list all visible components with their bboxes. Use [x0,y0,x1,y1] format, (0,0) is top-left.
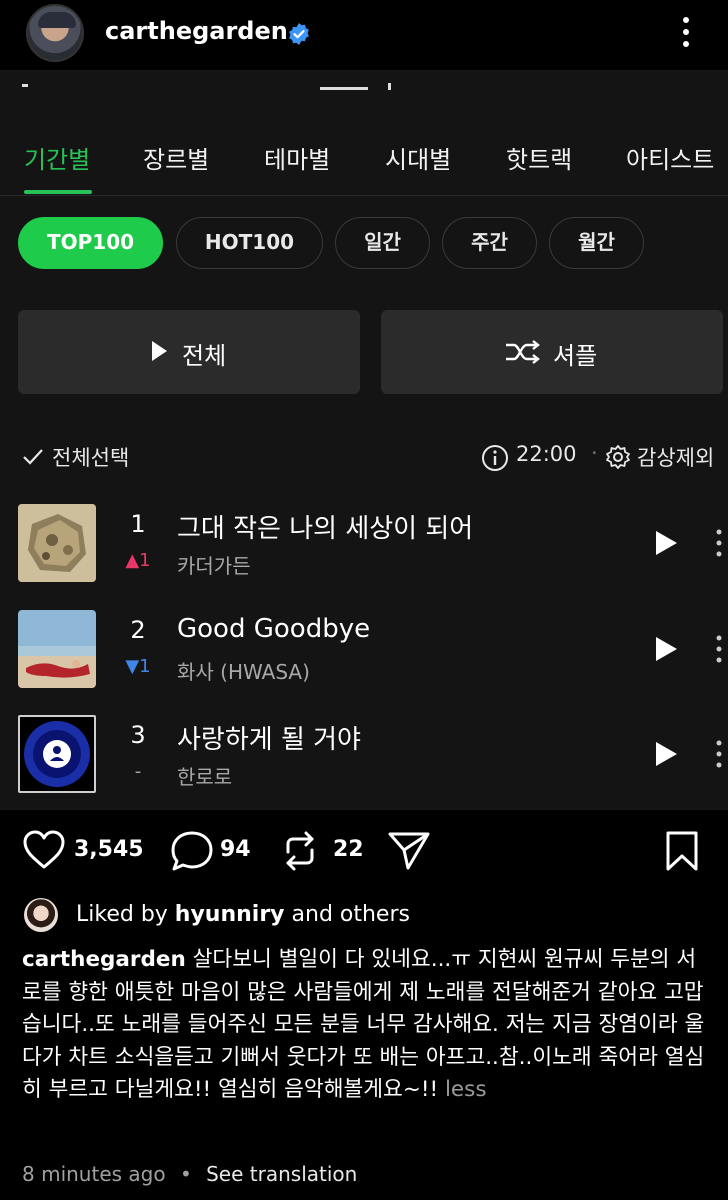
category-tabs: 기간별 장르별 테마별 시대별 핫트랙 아티스트 [0,132,728,196]
more-options-icon[interactable] [714,739,724,769]
separator-dot: · [591,441,598,465]
track-rank: 3 [130,721,146,749]
play-icon[interactable] [654,530,678,556]
active-tab-indicator [24,190,92,194]
track-artist: 한로로 [177,765,233,789]
profile-avatar[interactable] [26,4,84,62]
repost-icon[interactable] [280,830,320,872]
album-art [18,715,96,793]
more-options-icon[interactable] [676,14,696,50]
album-art [18,504,96,582]
post-header: carthegarden [0,0,728,70]
track-rank: 1 [130,510,146,538]
play-icon[interactable] [654,741,678,767]
shuffle-label: 셔플 [553,342,598,370]
post-actions: 3,545 94 22 [0,825,728,880]
comment-icon[interactable] [170,830,214,872]
post-caption: carthegarden 살다보니 별일이 다 있네요...ㅠ 지현씨 원규씨 … [22,944,712,1107]
liked-by-row[interactable]: Liked by hyunniry and others [24,898,714,934]
tab-period[interactable]: 기간별 [24,140,90,175]
tab-era[interactable]: 시대별 [385,140,451,175]
liker-avatar[interactable] [24,898,58,932]
rank-change: - [134,761,142,782]
liker-username[interactable]: hyunniry [175,902,285,927]
play-all-button[interactable]: 전체 [18,310,360,394]
gear-icon[interactable] [605,444,631,470]
update-time: 22:00 [516,442,577,466]
heart-icon[interactable] [22,830,66,870]
track-row[interactable]: 1 ▲1 그대 작은 나의 세상이 되어 카더가든 [0,504,728,594]
chip-top100[interactable]: TOP100 [18,217,163,269]
tab-theme[interactable]: 테마별 [264,140,330,175]
more-options-icon[interactable] [714,528,724,558]
chip-weekly[interactable]: 주간 [442,217,537,269]
rank-change: ▲1 [125,550,151,571]
cropped-text-fragment [22,83,391,90]
more-options-icon[interactable] [714,634,724,664]
like-count[interactable]: 3,545 [74,837,144,862]
album-art [18,610,96,688]
tab-hottrack[interactable]: 핫트랙 [506,140,572,175]
shuffle-icon [506,340,540,364]
meta-separator: • [179,1162,192,1186]
liked-by-text: Liked by hyunniry and others [76,902,410,927]
track-row[interactable]: 3 - 사랑하게 될 거야 한로로 [0,715,728,805]
caption-username[interactable]: carthegarden [22,947,186,972]
chip-monthly[interactable]: 월간 [549,217,644,269]
comment-count[interactable]: 94 [220,837,251,862]
post-meta: 8 minutes ago • See translation [22,1162,357,1186]
track-title: Good Goodbye [177,614,371,644]
track-title: 사랑하게 될 거야 [177,725,361,755]
tab-genre[interactable]: 장르별 [143,140,209,175]
share-icon[interactable] [386,830,432,872]
chart-update-info: 22:00 · 감상제외 [481,441,726,472]
post-timestamp: 8 minutes ago [22,1162,166,1186]
play-icon[interactable] [654,636,678,662]
info-icon[interactable] [481,444,509,472]
less-link[interactable]: less [445,1077,487,1102]
verified-badge-icon [289,23,309,45]
chip-hot100[interactable]: HOT100 [176,217,323,269]
embedded-chart-screenshot: 기간별 장르별 테마별 시대별 핫트랙 아티스트 TOP100 HOT100 일… [0,70,728,810]
exclude-listening-label[interactable]: 감상제외 [637,442,714,472]
play-icon [152,341,167,361]
tab-artist[interactable]: 아티스트 [626,140,714,175]
track-artist: 카더가든 [177,554,251,578]
shuffle-button[interactable]: 셔플 [381,310,723,394]
track-row[interactable]: 2 ▼1 Good Goodbye 화사 (HWASA) [0,610,728,700]
track-title: 그대 작은 나의 세상이 되어 [177,514,474,544]
rank-change: ▼1 [125,656,151,677]
track-artist: 화사 (HWASA) [177,660,310,684]
see-translation-link[interactable]: See translation [206,1162,357,1186]
checkmark-icon [23,449,43,465]
play-all-label: 전체 [182,342,227,370]
chip-daily[interactable]: 일간 [335,217,430,269]
select-all-label: 전체선택 [52,446,130,470]
repost-count[interactable]: 22 [333,837,364,862]
track-rank: 2 [130,616,146,644]
username[interactable]: carthegarden [105,17,288,45]
bookmark-icon[interactable] [664,830,700,872]
